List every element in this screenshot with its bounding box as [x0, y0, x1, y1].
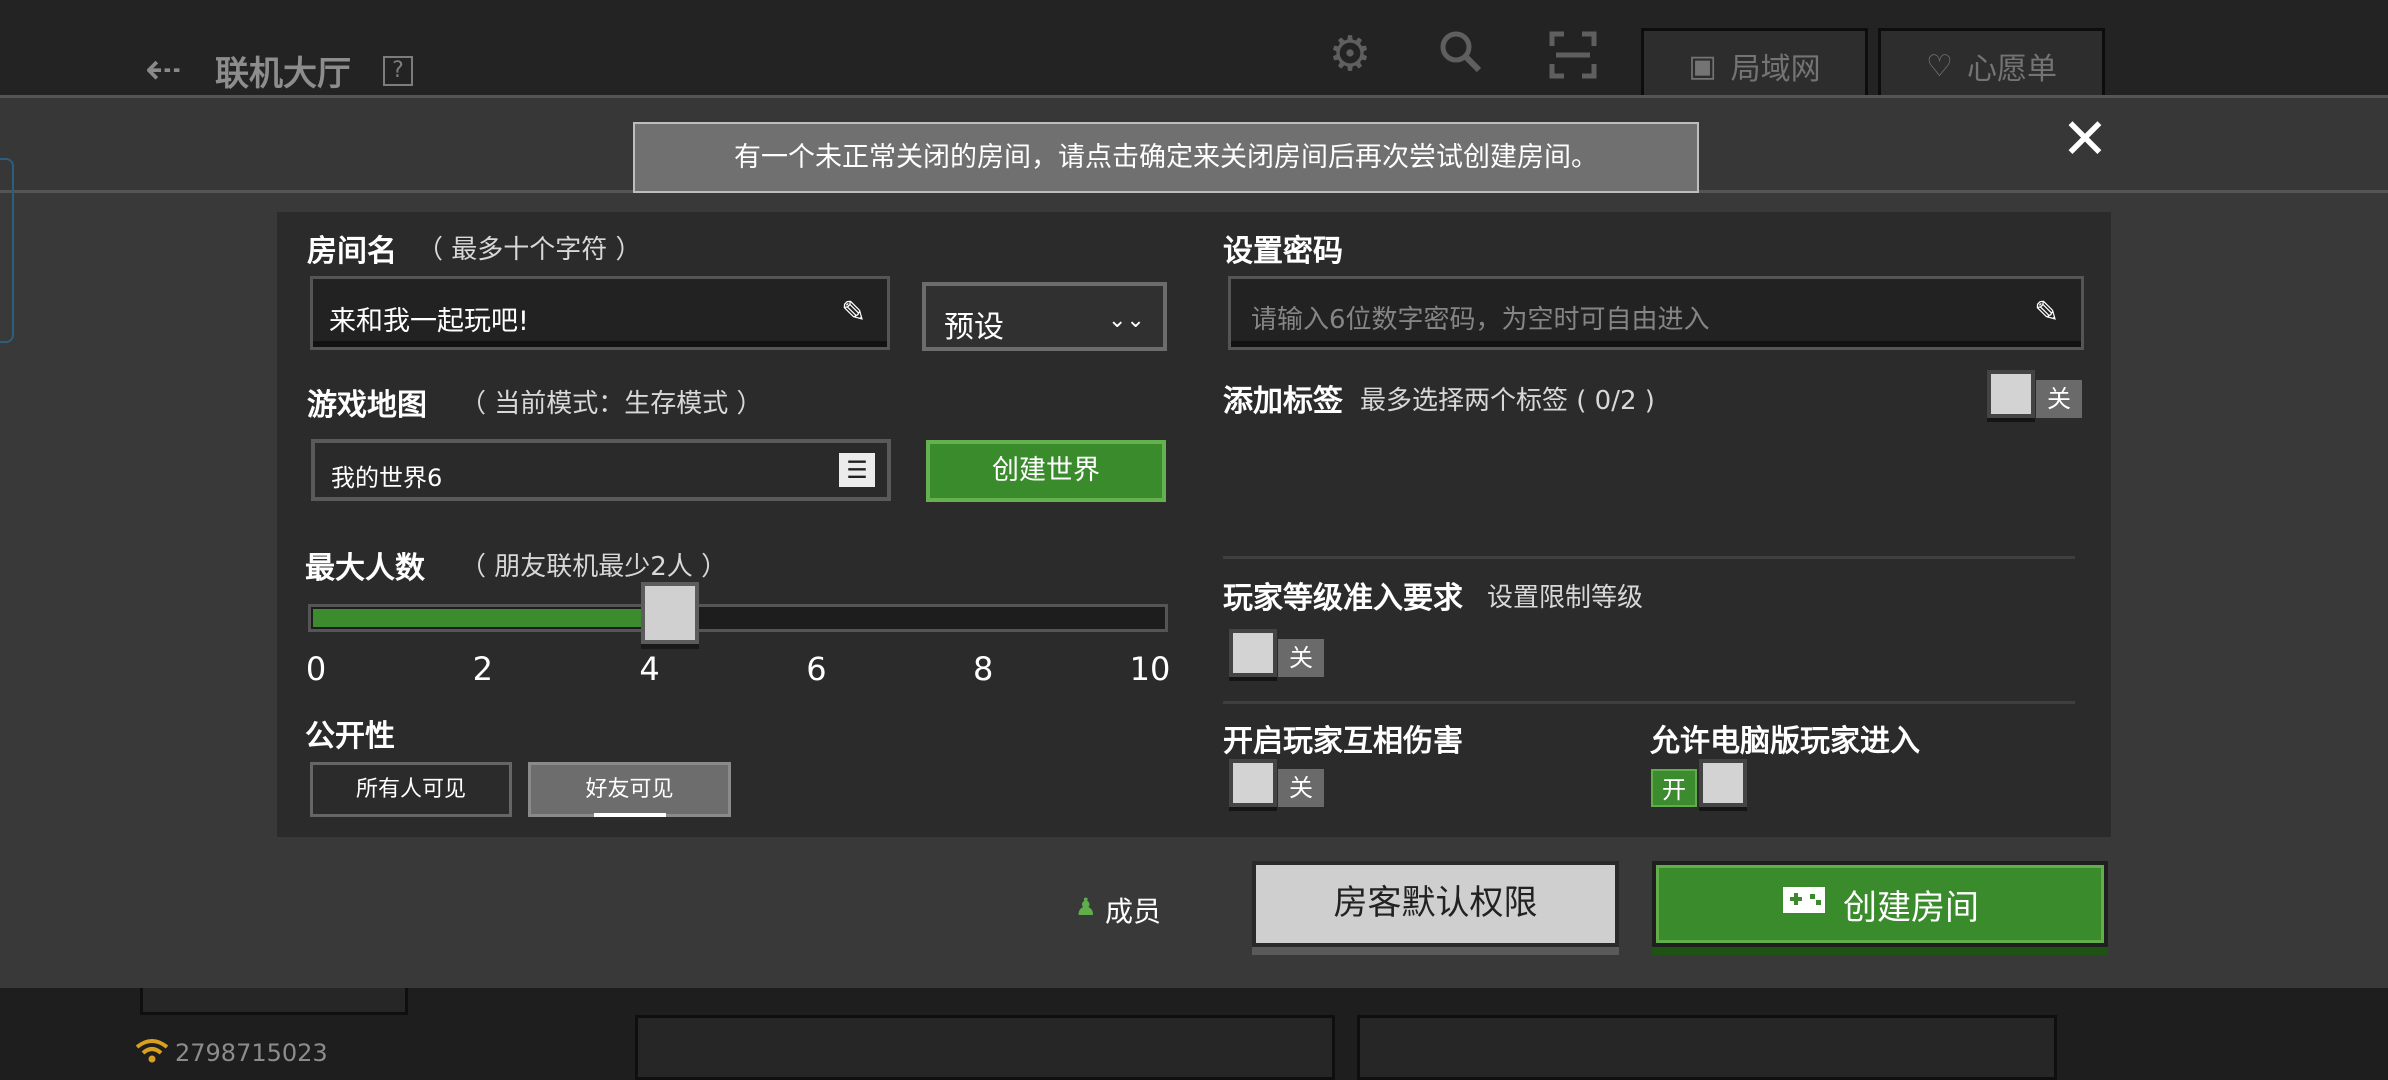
gamepad-icon: [1781, 883, 1827, 926]
player-id: 2798715023: [175, 1039, 328, 1067]
create-world-button[interactable]: 创建世界: [926, 440, 1166, 502]
tags-toggle[interactable]: 关: [2036, 380, 2082, 418]
tags-label: 添加标签: [1223, 384, 1343, 419]
lobby-title: 联机大厅: [215, 54, 351, 94]
room-name-label: 房间名: [307, 234, 397, 269]
side-tab[interactable]: [0, 158, 14, 343]
create-room-button[interactable]: 创建房间: [1652, 861, 2108, 947]
visibility-everyone-button[interactable]: 所有人可见: [310, 762, 512, 817]
members-link[interactable]: 成员: [1105, 890, 1161, 930]
back-arrow-icon[interactable]: ⇠: [145, 48, 195, 92]
friend-card[interactable]: [1357, 1015, 2057, 1080]
room-name-value: 来和我一起玩吧!: [329, 306, 529, 337]
max-players-slider[interactable]: [308, 604, 1168, 632]
create-room-label: 创建房间: [1843, 887, 1979, 928]
max-players-hint: （ 朋友联机最少2人 ）: [460, 552, 728, 582]
slider-handle[interactable]: [640, 582, 699, 644]
notice-banner: 有一个未正常关闭的房间，请点击确定来关闭房间后再次尝试创建房间。: [633, 122, 1699, 193]
settings-gear-icon[interactable]: ⚙: [1325, 26, 1375, 82]
world-select[interactable]: 我的世界6 ☰: [311, 439, 891, 501]
password-placeholder: 请输入6位数字密码，为空时可自由进入: [1251, 305, 1710, 335]
divider: [1223, 556, 2075, 559]
divider: [1223, 701, 2075, 704]
default-permissions-button[interactable]: 房客默认权限: [1252, 861, 1619, 947]
world-list-icon[interactable]: ☰: [839, 453, 875, 487]
search-icon[interactable]: [1435, 26, 1485, 76]
friend-card[interactable]: [635, 1015, 1335, 1080]
room-name-hint: （ 最多十个字符 ）: [417, 235, 642, 265]
game-map-label: 游戏地图: [307, 388, 427, 423]
members-icon: ♟: [1075, 893, 1097, 921]
chevron-down-icon: ⌄⌄: [1108, 308, 1145, 333]
pvp-toggle[interactable]: 关: [1278, 769, 1324, 807]
lan-button-label: 局域网: [1730, 52, 1821, 87]
slider-fill: [313, 609, 655, 627]
visibility-friends-button[interactable]: 好友可见: [528, 762, 731, 817]
slider-tick-label: 8: [973, 650, 994, 688]
tags-toggle-knob[interactable]: [1987, 370, 2035, 418]
wishlist-button-label: 心愿单: [1966, 52, 2057, 87]
room-name-input[interactable]: 来和我一起玩吧! ✎: [310, 276, 890, 350]
level-requirement-hint: 设置限制等级: [1487, 583, 1644, 613]
heart-icon: ♡: [1926, 48, 1953, 84]
pvp-toggle-knob[interactable]: [1229, 759, 1277, 807]
pvp-label: 开启玩家互相伤害: [1223, 724, 1463, 759]
wifi-icon: [135, 1038, 169, 1071]
preset-dropdown[interactable]: 预设 ⌄⌄: [922, 282, 1167, 351]
pc-players-label: 允许电脑版玩家进入: [1650, 724, 1920, 759]
scan-icon[interactable]: [1548, 30, 1598, 80]
wishlist-button[interactable]: ♡ 心愿单: [1878, 28, 2105, 104]
visibility-label: 公开性: [305, 719, 395, 754]
selected-indicator: [594, 813, 666, 817]
pencil-icon[interactable]: ✎: [2034, 295, 2059, 330]
slider-tick-label: 2: [472, 650, 493, 688]
slider-tick-label: 4: [639, 650, 660, 688]
slider-tick-label: 6: [806, 650, 827, 688]
level-requirement-label: 玩家等级准入要求: [1223, 581, 1463, 616]
close-icon[interactable]: ✕: [2060, 112, 2110, 168]
pencil-icon[interactable]: ✎: [841, 295, 866, 330]
pc-players-toggle-knob[interactable]: [1699, 759, 1747, 807]
world-name: 我的世界6: [331, 464, 443, 492]
lan-icon: ▣: [1688, 48, 1717, 84]
slider-tick-label: 10: [1129, 650, 1171, 688]
password-input[interactable]: 请输入6位数字密码，为空时可自由进入 ✎: [1228, 276, 2084, 350]
level-toggle[interactable]: 关: [1278, 639, 1324, 677]
password-label: 设置密码: [1223, 234, 1343, 269]
tags-hint: 最多选择两个标签 ( 0/2 ): [1360, 386, 1655, 416]
preset-label: 预设: [944, 310, 1004, 345]
game-map-hint: （ 当前模式：生存模式 ）: [460, 389, 763, 419]
max-players-label: 最大人数: [305, 551, 425, 586]
lan-button[interactable]: ▣ 局域网: [1641, 28, 1868, 104]
help-icon[interactable]: ?: [383, 56, 413, 86]
level-toggle-knob[interactable]: [1229, 629, 1277, 677]
pc-players-toggle[interactable]: 开: [1651, 769, 1697, 807]
slider-tick-label: 0: [305, 650, 327, 688]
